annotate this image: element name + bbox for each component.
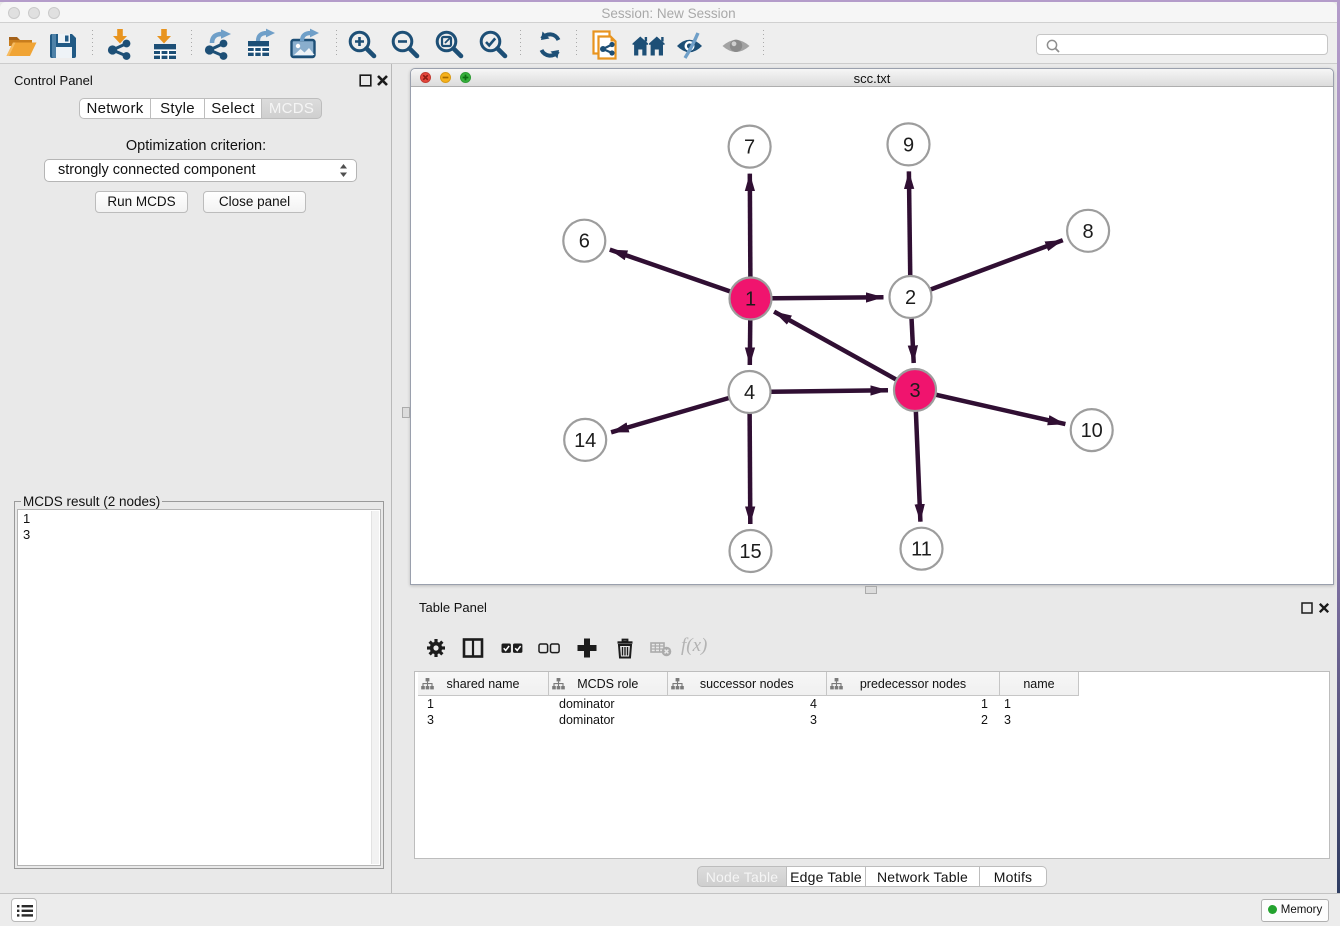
svg-text:10: 10 <box>1081 420 1103 442</box>
svg-text:7: 7 <box>744 137 755 159</box>
svg-text:6: 6 <box>579 231 590 253</box>
svg-text:1: 1 <box>745 289 756 311</box>
svg-text:3: 3 <box>909 380 920 402</box>
svg-text:8: 8 <box>1083 221 1094 243</box>
svg-text:9: 9 <box>903 134 914 156</box>
svg-text:4: 4 <box>744 382 755 404</box>
svg-text:15: 15 <box>739 541 761 563</box>
svg-text:14: 14 <box>574 430 596 452</box>
svg-text:2: 2 <box>905 287 916 309</box>
svg-text:11: 11 <box>911 539 932 561</box>
